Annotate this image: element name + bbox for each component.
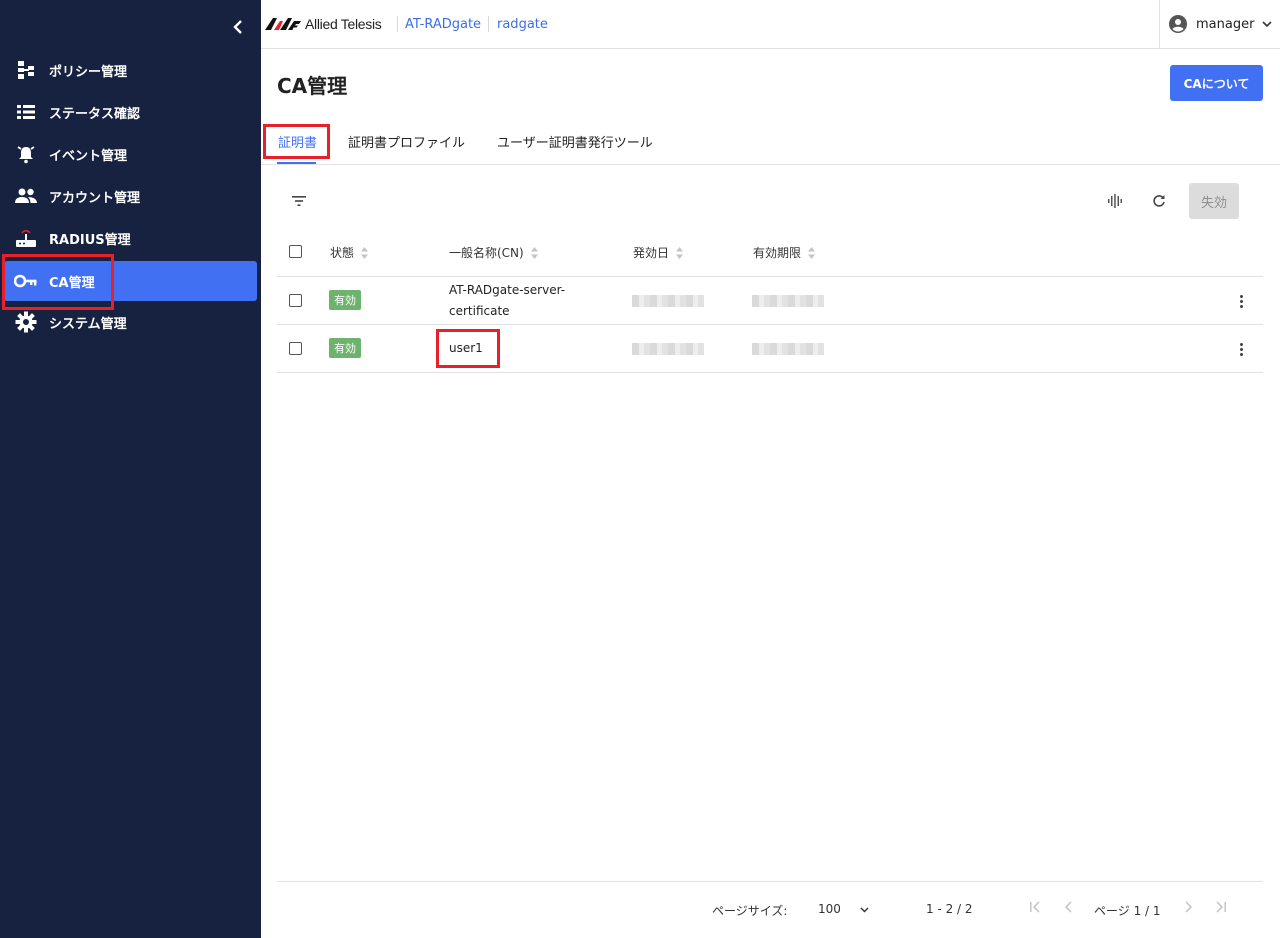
sidebar-item-label: システム管理: [49, 316, 127, 332]
redacted-issued-date: [632, 295, 704, 307]
table-row-divider: [277, 324, 1263, 325]
sidebar-item-policy[interactable]: ポリシー管理: [4, 50, 257, 90]
filter-icon[interactable]: [289, 192, 309, 210]
key-icon: [14, 269, 38, 293]
sidebar-item-label: RADIUS管理: [49, 232, 131, 248]
sidebar-item-radius[interactable]: RADIUS管理: [4, 218, 257, 258]
column-label: 状態: [330, 246, 355, 260]
breadcrumb-divider: [397, 16, 398, 32]
tab-certificates[interactable]: 証明書: [278, 132, 317, 151]
table-row-divider: [277, 372, 1263, 373]
previous-page-icon[interactable]: [1064, 901, 1074, 913]
density-icon[interactable]: [1105, 192, 1125, 210]
top-bar: Allied Telesis AT-RADgate radgate manage…: [261, 0, 1280, 49]
sort-icon: [808, 246, 816, 259]
user-name: manager: [1196, 16, 1255, 32]
footer-divider: [277, 881, 1263, 882]
sidebar-item-label: アカウント管理: [49, 190, 141, 206]
revoke-button[interactable]: 失効: [1189, 183, 1239, 219]
chevron-down-icon: [1262, 21, 1273, 27]
account-circle-icon: [1169, 15, 1187, 33]
breadcrumb-product[interactable]: AT-RADgate: [405, 17, 481, 32]
table-header-divider: [277, 276, 1263, 277]
sidebar-item-accounts[interactable]: アカウント管理: [4, 176, 257, 216]
column-header-issued[interactable]: 発効日: [633, 244, 684, 261]
sidebar-item-label: ポリシー管理: [49, 64, 128, 80]
redacted-expiry-date: [752, 343, 824, 355]
sidebar-item-system[interactable]: システム管理: [4, 302, 257, 342]
tab-certificate-profiles[interactable]: 証明書プロファイル: [348, 132, 465, 151]
sidebar: ポリシー管理 ステータス確認 イベント管理 アカウント管理 RADIUS管理 C…: [0, 0, 261, 938]
page-title: CA管理: [277, 74, 348, 98]
row-menu-icon[interactable]: [1233, 339, 1249, 359]
row-menu-icon[interactable]: [1233, 291, 1249, 311]
people-icon: [14, 184, 38, 208]
sidebar-item-label: CA管理: [49, 275, 95, 291]
page-size-select[interactable]: 100: [818, 902, 841, 916]
chevron-down-icon[interactable]: [860, 907, 869, 913]
page-size-label: ページサイズ:: [712, 904, 788, 918]
alarm-bell-icon: [14, 142, 38, 166]
router-icon: [14, 226, 38, 250]
cn-cell-line1: AT-RADgate-server-: [449, 283, 566, 297]
tabs-divider: [261, 164, 1280, 165]
gear-icon: [14, 310, 38, 334]
column-header-expiry[interactable]: 有効期限: [753, 244, 816, 261]
sort-icon: [530, 246, 538, 259]
cn-cell-line2: certificate: [449, 304, 510, 318]
next-page-icon[interactable]: [1183, 901, 1193, 913]
user-menu[interactable]: manager: [1159, 0, 1280, 48]
sort-icon: [676, 246, 684, 259]
select-all-checkbox[interactable]: [289, 245, 302, 258]
tab-user-cert-tool[interactable]: ユーザー証明書発行ツール: [497, 132, 653, 151]
list-icon: [14, 100, 38, 124]
brand-logo: Allied Telesis: [265, 16, 382, 32]
row-checkbox[interactable]: [289, 294, 302, 307]
allied-telesis-logo-icon: [265, 18, 301, 30]
refresh-icon[interactable]: [1149, 191, 1169, 211]
cn-cell-line1: user1: [449, 341, 483, 355]
brand-name: Allied Telesis: [305, 16, 382, 32]
sidebar-item-label: イベント管理: [49, 148, 128, 164]
sidebar-item-label: ステータス確認: [49, 106, 141, 122]
redacted-expiry-date: [752, 295, 824, 307]
column-header-status[interactable]: 状態: [330, 244, 369, 261]
policy-tree-icon: [14, 58, 38, 82]
row-checkbox[interactable]: [289, 342, 302, 355]
status-badge: 有効: [329, 290, 361, 310]
sidebar-item-events[interactable]: イベント管理: [4, 134, 257, 174]
status-badge: 有効: [329, 338, 361, 358]
breadcrumb-host[interactable]: radgate: [497, 17, 548, 32]
sort-icon: [361, 246, 369, 259]
pagination-page: ページ 1 / 1: [1094, 904, 1161, 918]
redacted-issued-date: [632, 343, 704, 355]
column-label: 発効日: [633, 246, 670, 260]
column-header-cn[interactable]: 一般名称(CN): [449, 244, 539, 261]
sidebar-item-status[interactable]: ステータス確認: [4, 92, 257, 132]
breadcrumb-divider: [488, 16, 489, 32]
column-label: 一般名称(CN): [449, 246, 524, 260]
last-page-icon[interactable]: [1215, 901, 1227, 913]
column-label: 有効期限: [753, 246, 802, 260]
first-page-icon[interactable]: [1029, 901, 1041, 913]
sidebar-item-ca[interactable]: CA管理: [4, 261, 257, 301]
pagination-range: 1 - 2 / 2: [926, 902, 973, 916]
about-ca-button[interactable]: CAについて: [1170, 65, 1263, 101]
collapse-sidebar-icon[interactable]: [228, 18, 248, 40]
